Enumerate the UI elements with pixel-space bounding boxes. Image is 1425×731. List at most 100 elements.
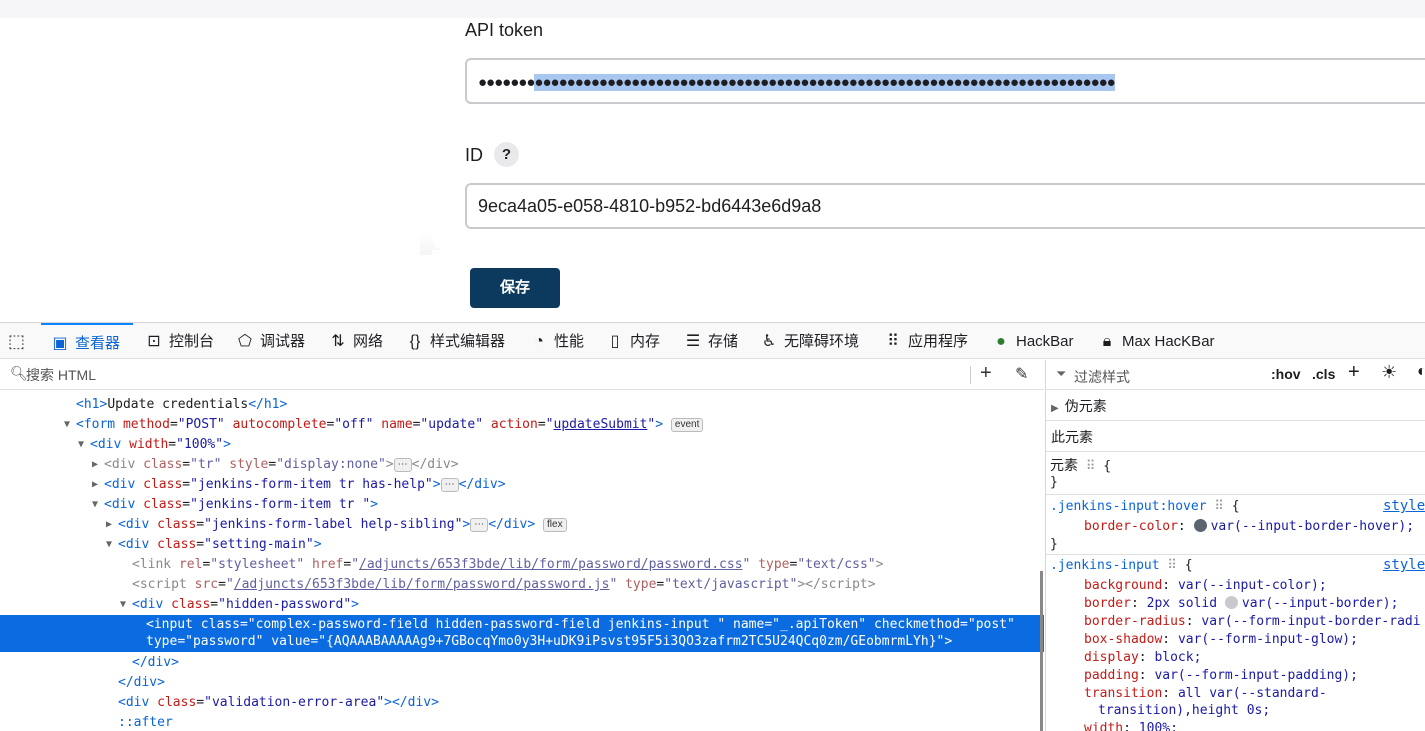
rule-decl-border-radius[interactable]: border-radius: var(--form-input-border-r… — [1084, 613, 1421, 631]
hov-toggle[interactable]: :hov — [1271, 366, 1301, 382]
element-rule-header: 元素 ⠿ { — [1050, 457, 1112, 474]
eyedropper-icon[interactable]: ✎ — [1015, 364, 1028, 384]
id-input[interactable]: 9eca4a05-e058-4810-b952-bd6443e6d9a8 — [465, 183, 1425, 229]
jenkins-input-rule-header[interactable]: .jenkins-input ⠿ { — [1050, 557, 1193, 575]
api-token-input[interactable]: ●●●●●●●●●●●●●●●●●●●●●●●●●●●●●●●●●●●●●●●●… — [465, 58, 1425, 104]
color-swatch — [1224, 596, 1238, 609]
filter-icon: ⏷ — [1056, 366, 1067, 381]
rules-panel: ⏷ 过滤样式 :hov .cls + ☀ ◐ ▶伪元素 此元素 元素 ⠿ { }… — [1045, 360, 1425, 731]
tab-debugger[interactable]: ⬠ 调试器 — [234, 323, 305, 359]
rule-decl-transition-cont: transition),height 0s; — [1098, 703, 1271, 718]
expand-twisty-icon[interactable]: ▼ — [78, 439, 84, 450]
hover-rule-header[interactable]: .jenkins-input:hover ⠿ { — [1050, 498, 1240, 516]
rule-decl-background[interactable]: background: var(--input-color); — [1084, 577, 1327, 595]
this-element-section: 此元素 — [1046, 422, 1425, 452]
grid-icon: ⠿ — [1085, 459, 1096, 474]
expand-twisty-icon[interactable]: ▼ — [92, 499, 98, 510]
api-token-selection: ●●●●●●●●●●●●●●●●●●●●●●●●●●●●●●●●●●●●●●●●… — [534, 74, 1116, 91]
tab-style-editor[interactable]: {} 样式编辑器 — [404, 323, 505, 359]
console-icon: ⊡ — [147, 333, 161, 350]
styles-source-link[interactable]: styles — [1383, 557, 1425, 573]
network-icon: ⇅ — [331, 333, 345, 350]
markup-div-setting-main-line[interactable]: <div class="setting-main"> — [118, 535, 322, 555]
markup-div-label-line[interactable]: <div class="jenkins-form-label help-sibl… — [118, 515, 567, 535]
html-search-input[interactable] — [26, 365, 926, 385]
rule-decl-border[interactable]: border: 2px solid var(--input-border); — [1084, 595, 1398, 613]
event-badge[interactable]: event — [670, 418, 704, 432]
collapse-twisty-icon[interactable]: ▶ — [92, 479, 98, 490]
api-token-dots: ●●●●●●● — [478, 74, 535, 91]
devtools-panel: ⬚ ▣ 查看器 ⊡ 控制台 ⬠ 调试器 ⇅ 网络 {} 样式编辑器 ◔ 性能 ▯ 内存 ☰ 存储… — [0, 322, 1425, 731]
dark-theme-icon[interactable]: ◐ — [1417, 363, 1425, 381]
rule-decl-box-shadow[interactable]: box-shadow: var(--form-input-glow); — [1084, 631, 1358, 649]
expand-twisty-icon[interactable]: ▼ — [106, 539, 112, 550]
tab-performance[interactable]: ◔ 性能 — [528, 323, 584, 359]
markup-form-line[interactable]: <form method="POST" autocomplete="off" n… — [76, 415, 704, 435]
grid-icon: ⠿ — [1214, 499, 1224, 514]
add-node-icon[interactable]: + — [980, 362, 992, 385]
devtools-tabbar: ⬚ ▣ 查看器 ⊡ 控制台 ⬠ 调试器 ⇅ 网络 {} 样式编辑器 ◔ 性能 ▯ 内存 ☰ 存储… — [0, 323, 1425, 359]
markup-close-div-line[interactable]: </div> — [118, 673, 165, 693]
inspector-icon: ▣ — [52, 335, 68, 352]
api-token-label: API token — [465, 20, 544, 40]
rules-filter-bar: ⏷ 过滤样式 :hov .cls + ☀ ◐ — [1046, 360, 1425, 390]
markup-view: <h1>Update credentials</h1> ▼ <form meth… — [0, 391, 1044, 731]
page-bottom-area — [432, 250, 1425, 322]
rule-decl-display[interactable]: display: block; — [1084, 649, 1201, 667]
color-swatch — [1193, 519, 1207, 532]
markup-hidden-password-line[interactable]: <div class="hidden-password"> — [132, 595, 359, 615]
help-button[interactable]: ? — [494, 142, 519, 167]
markup-script-line[interactable]: <script src="/adjuncts/653f3bde/lib/form… — [132, 575, 876, 595]
performance-icon: ◔ — [534, 333, 544, 350]
hackbar-icon: ● — [996, 333, 1006, 350]
page-viewport: API token ●●●●●●●●●●●●●●●●●●●●●●●●●●●●●●… — [0, 0, 1425, 322]
markup-scrollbar[interactable] — [1040, 571, 1043, 731]
debugger-icon: ⬠ — [238, 333, 252, 350]
pseudo-elements-section[interactable]: ▶ 伪元素 — [1046, 391, 1425, 421]
add-rule-icon[interactable]: + — [1348, 361, 1360, 384]
light-theme-icon[interactable]: ☀ — [1381, 362, 1397, 383]
markup-div-has-help-line[interactable]: <div class="jenkins-form-item tr has-hel… — [104, 475, 506, 495]
expand-twisty-icon[interactable]: ▼ — [64, 419, 70, 430]
rule-decl-width[interactable]: width: 100%; — [1084, 720, 1178, 731]
expand-twisty-icon[interactable]: ▼ — [120, 599, 126, 610]
memory-icon: ▯ — [610, 333, 620, 350]
rule-decl-transition[interactable]: transition: all var(--standard- — [1084, 685, 1327, 703]
markup-after-pseudo-line[interactable]: ::after — [118, 713, 173, 731]
filter-styles-input[interactable]: 过滤样式 — [1074, 367, 1130, 387]
save-button[interactable]: 保存 — [470, 268, 560, 308]
tab-max-hackbar[interactable]: 🔒︎ Max HacKBar — [1096, 323, 1215, 359]
flex-badge[interactable]: flex — [543, 518, 567, 532]
rule-decl-padding[interactable]: padding: var(--form-input-padding); — [1084, 667, 1358, 685]
page-top-strip — [0, 0, 1425, 18]
markup-link-line[interactable]: <link rel="stylesheet" href="/adjuncts/6… — [132, 555, 883, 575]
tab-application[interactable]: ⠿ 应用程序 — [882, 323, 968, 359]
application-icon: ⠿ — [887, 333, 899, 350]
markup-div-item-tr-line[interactable]: <div class="jenkins-form-item tr "> — [104, 495, 378, 515]
tab-hackbar[interactable]: ● HackBar — [990, 323, 1073, 359]
markup-h1-line[interactable]: <h1>Update credentials</h1> — [76, 395, 287, 415]
tab-console[interactable]: ⊡ 控制台 — [143, 323, 214, 359]
markup-div-width-line[interactable]: <div width="100%"> — [90, 435, 231, 455]
tab-inspector[interactable]: ▣ 查看器 — [41, 323, 133, 359]
selected-node-row[interactable]: <input class="complex-password-field hid… — [0, 615, 1044, 652]
markup-close-div-line[interactable]: </div> — [132, 653, 179, 673]
accessibility-icon: ♿ — [761, 333, 777, 350]
style-editor-icon: {} — [409, 333, 421, 350]
collapse-twisty-icon[interactable]: ▶ — [92, 459, 98, 470]
storage-icon: ☰ — [685, 333, 701, 350]
markup-validation-line[interactable]: <div class="validation-error-area"></div… — [118, 693, 439, 713]
max-hackbar-icon: 🔒︎ — [1102, 333, 1112, 350]
element-rule-close: } — [1050, 475, 1058, 490]
markup-div-tr-line[interactable]: <div class="tr" style="display:none"> ⋯ </… — [104, 455, 459, 475]
hover-rule-decl[interactable]: border-color: var(--input-border-hover); — [1084, 518, 1414, 536]
tab-storage[interactable]: ☰ 存储 — [682, 323, 738, 359]
tab-memory[interactable]: ▯ 内存 — [604, 323, 660, 359]
cls-toggle[interactable]: .cls — [1312, 366, 1335, 382]
collapse-twisty-icon[interactable]: ▶ — [106, 519, 112, 530]
tab-network[interactable]: ⇅ 网络 — [327, 323, 383, 359]
element-picker-icon[interactable]: ⬚ — [8, 331, 30, 351]
tab-accessibility[interactable]: ♿ 无障碍环境 — [758, 323, 859, 359]
styles-source-link[interactable]: styles — [1383, 498, 1425, 514]
rule-divider — [1046, 554, 1425, 555]
